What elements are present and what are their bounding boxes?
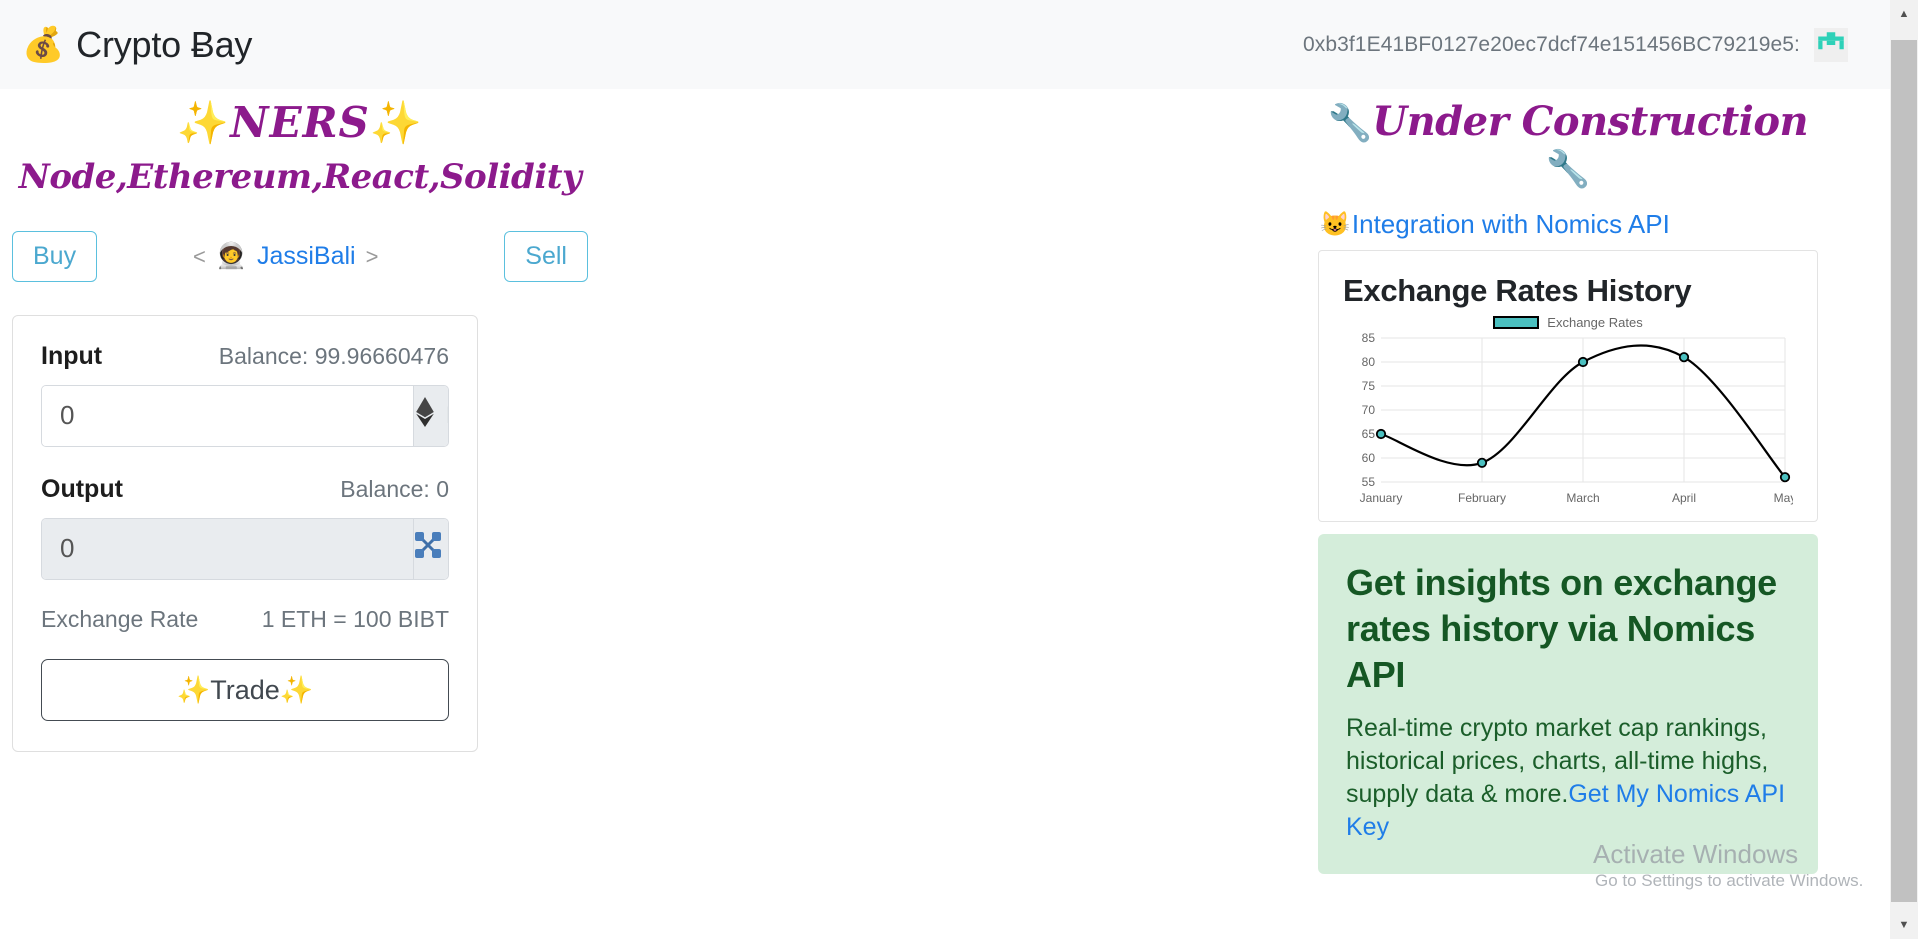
svg-text:April: April [1672, 491, 1696, 505]
bibt-network-nodes-icon [414, 531, 442, 566]
trade-card: Input Balance: 99.96660476 ETH Output Ba… [12, 314, 478, 752]
input-amount-field[interactable] [42, 385, 413, 446]
svg-text:80: 80 [1362, 355, 1376, 369]
scrollbar-thumb[interactable] [1891, 40, 1917, 902]
top-navbar: 💰 Crypto Ƀay 0xb3f1E41BF0127e20ec7dcf74e… [0, 0, 1890, 89]
trade-button[interactable]: ✨Trade✨ [41, 658, 449, 721]
ethereum-diamond-icon [414, 397, 436, 434]
trader-avatar-icon: 🧑‍🚀 [215, 242, 247, 271]
brand[interactable]: 💰 Crypto Ƀay [22, 24, 252, 66]
sparkles-icon-right: ✨ [369, 98, 424, 147]
insight-heading: Get insights on exchange rates history v… [1346, 562, 1777, 696]
input-amount-group: ETH [41, 384, 449, 447]
legend-label-exchange-rates: Exchange Rates [1547, 315, 1643, 330]
right-column: 🔧Under Construction🔧 😺 Integration with … [1318, 89, 1818, 875]
input-token-label: ETH [446, 402, 448, 430]
input-label: Input [41, 341, 103, 370]
under-construction-title: 🔧Under Construction🔧 [1318, 89, 1818, 191]
buy-button[interactable]: Buy [12, 230, 98, 283]
sell-button[interactable]: Sell [504, 230, 588, 283]
page-scrollbar[interactable]: ▲ ▼ [1890, 0, 1918, 939]
output-token-addon: BIBT [413, 518, 448, 579]
chart-title: Exchange Rates History [1343, 273, 1692, 308]
blockie-svg [1814, 27, 1848, 62]
exchange-rate-label: Exchange Rate [41, 605, 199, 632]
svg-text:55: 55 [1362, 475, 1376, 489]
ners-title-text: NERS [230, 98, 370, 147]
output-amount-field [42, 518, 413, 579]
cat-face-icon: 😺 [1320, 211, 1350, 238]
exchange-rates-line-chart: 55 60 65 70 75 80 85 January February March April M… [1360, 331, 1797, 505]
trader-row: Buy < 🧑‍🚀 JassiBali > Sell [0, 197, 600, 289]
wrench-icon-right: 🔧 [1545, 149, 1591, 190]
ners-title: ✨NERS✨ [0, 89, 600, 147]
output-balance: Balance: 0 [340, 475, 449, 502]
svg-text:70: 70 [1362, 403, 1376, 417]
nomics-insight-box: Get insights on exchange rates history v… [1318, 534, 1818, 875]
output-amount-group: BIBT [41, 517, 449, 580]
output-label: Output [41, 474, 123, 503]
wrench-icon-left: 🔧 [1327, 103, 1373, 144]
exchange-rate-value: 1 ETH = 100 BIBT [261, 605, 449, 632]
nomics-integration-link[interactable]: Integration with Nomics API [1352, 209, 1670, 240]
app-title: Crypto Ƀay [76, 23, 253, 65]
wallet-info: 0xb3f1E41BF0127e20ec7dcf74e151456BC79219… [1302, 27, 1848, 62]
svg-text:February: February [1458, 491, 1506, 505]
svg-text:May: May [1774, 491, 1793, 505]
trader-selector: < 🧑‍🚀 JassiBali > [193, 242, 379, 271]
nomics-integration-link-row[interactable]: 😺 Integration with Nomics API [1318, 191, 1818, 240]
input-token-addon: ETH [413, 385, 448, 446]
wallet-blockie-icon [1814, 27, 1848, 62]
svg-text:March: March [1566, 491, 1599, 505]
exchange-rates-chart-card: Exchange Rates History Exchange Rates 55… [1318, 250, 1818, 522]
trader-name-link[interactable]: JassiBali [257, 242, 356, 271]
scroll-down-arrow-icon[interactable]: ▼ [1890, 911, 1918, 939]
input-balance: Balance: 99.96660476 [218, 342, 449, 369]
sparkles-icon-left: ✨ [176, 98, 231, 147]
legend-swatch-exchange-rates [1493, 316, 1540, 329]
chart-legend[interactable]: Exchange Rates [1343, 315, 1793, 330]
next-trader-arrow[interactable]: > [366, 244, 379, 270]
svg-text:60: 60 [1362, 451, 1376, 465]
scroll-up-arrow-icon[interactable]: ▲ [1890, 0, 1918, 28]
svg-text:January: January [1360, 491, 1403, 505]
under-construction-text: Under Construction [1372, 98, 1809, 145]
money-bag-icon: 💰 [22, 25, 65, 64]
svg-text:85: 85 [1362, 332, 1376, 345]
prev-trader-arrow[interactable]: < [193, 244, 206, 270]
left-column: ✨NERS✨ Node,Ethereum,React,Solidity Buy … [0, 89, 600, 752]
insight-body: Real-time crypto market cap rankings, hi… [1346, 712, 1790, 844]
svg-text:65: 65 [1362, 427, 1376, 441]
wallet-address: 0xb3f1E41BF0127e20ec7dcf74e151456BC79219… [1302, 32, 1800, 56]
output-field-header: Output Balance: 0 [41, 475, 449, 504]
input-field-header: Input Balance: 99.96660476 [41, 342, 449, 371]
exchange-rate-row: Exchange Rate 1 ETH = 100 BIBT [41, 606, 449, 633]
ners-subtitle: Node,Ethereum,React,Solidity [18, 157, 582, 198]
svg-text:75: 75 [1362, 379, 1376, 393]
